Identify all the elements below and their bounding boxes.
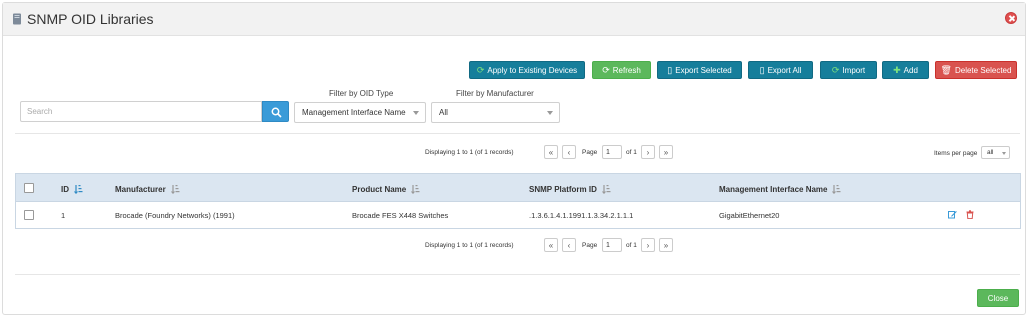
export-all-label: Export All [767, 65, 802, 75]
sort-icon [170, 185, 180, 194]
edit-icon[interactable] [948, 210, 957, 219]
add-button[interactable]: ✚ Add [882, 61, 929, 79]
plus-icon: ✚ [893, 64, 901, 75]
manufacturer-select[interactable]: All [431, 102, 560, 123]
page-label: Page [582, 149, 598, 156]
refresh-icon: ⟳ [602, 64, 610, 75]
column-label: Management Interface Name [719, 184, 828, 194]
divider [15, 133, 1020, 134]
trash-icon: 🗑 [940, 64, 952, 75]
cell-product-name: Brocade FES X448 Switches [352, 211, 449, 220]
page-input[interactable]: 1 [602, 238, 622, 252]
pagination-bottom: Displaying 1 to 1 (of 1 records) « ‹ Pag… [3, 238, 1025, 254]
search-icon [271, 107, 282, 118]
records-display-text: Displaying 1 to 1 (of 1 records) [425, 242, 514, 249]
cell-id: 1 [61, 211, 66, 220]
export-selected-button[interactable]: ▯ Export Selected [657, 61, 742, 79]
apply-to-existing-devices-button[interactable]: ⟳ Apply to Existing Devices [469, 61, 585, 79]
delete-selected-button[interactable]: 🗑 Delete Selected [935, 61, 1017, 79]
column-header-product-name[interactable]: Product Name [352, 184, 420, 194]
page-input[interactable]: 1 [602, 145, 622, 159]
file-icon: ▯ [667, 64, 673, 75]
apply-label: Apply to Existing Devices [487, 65, 578, 75]
import-label: Import [842, 65, 866, 75]
sort-icon [411, 185, 420, 194]
export-all-button[interactable]: ▯ Export All [748, 61, 813, 79]
column-label: SNMP Platform ID [529, 184, 597, 194]
items-per-page-label: Items per page [934, 150, 978, 157]
filter-manufacturer-label: Filter by Manufacturer [456, 89, 534, 98]
column-header-manufacturer[interactable]: Manufacturer [115, 184, 180, 194]
first-page-button[interactable]: « [544, 145, 558, 159]
oid-type-selected: Management Interface Name [302, 108, 406, 117]
last-page-button[interactable]: » [659, 238, 673, 252]
file-icon: ▯ [759, 64, 765, 75]
modal-header: SNMP OID Libraries [3, 3, 1025, 36]
close-icon[interactable] [1005, 12, 1017, 24]
row-checkbox[interactable] [24, 210, 34, 220]
refresh-icon: ⟳ [831, 64, 840, 75]
column-header-management-interface-name[interactable]: Management Interface Name [719, 184, 841, 194]
sort-icon [832, 185, 841, 194]
table-header: ID Manufacturer Product Name SNMP Platfo… [16, 174, 1020, 202]
last-page-button[interactable]: » [659, 145, 673, 159]
items-per-page-value: all [987, 149, 994, 156]
column-header-id[interactable]: ID [61, 184, 83, 194]
cell-snmp-platform-id: .1.3.6.1.4.1.1991.1.3.34.2.1.1.1 [529, 211, 634, 220]
column-label: ID [61, 184, 69, 194]
column-header-snmp-platform-id[interactable]: SNMP Platform ID [529, 184, 611, 194]
chevron-down-icon [1002, 152, 1006, 155]
pagination-top: Displaying 1 to 1 (of 1 records) « ‹ Pag… [3, 145, 1025, 161]
manufacturer-selected: All [439, 108, 448, 117]
refresh-icon: ⟳ [476, 64, 485, 75]
book-icon [13, 13, 21, 25]
refresh-label: Refresh [612, 65, 641, 75]
sort-icon [601, 185, 611, 194]
prev-page-button[interactable]: ‹ [562, 145, 576, 159]
export-selected-label: Export Selected [675, 65, 732, 75]
column-label: Manufacturer [115, 184, 166, 194]
import-button[interactable]: ⟳ Import [820, 61, 877, 79]
prev-page-button[interactable]: ‹ [562, 238, 576, 252]
cell-management-interface-name: GigabitEthernet20 [719, 211, 780, 220]
filter-oid-type-label: Filter by OID Type [329, 89, 394, 98]
page-count-label: of 1 [626, 242, 637, 249]
snmp-oid-libraries-modal: SNMP OID Libraries ⟳ Apply to Existing D… [2, 2, 1026, 315]
oid-type-select[interactable]: Management Interface Name [294, 102, 426, 123]
search-box [20, 101, 289, 122]
next-page-button[interactable]: › [641, 145, 655, 159]
next-page-button[interactable]: › [641, 238, 655, 252]
column-label: Product Name [352, 184, 407, 194]
items-per-page-select[interactable]: all [981, 146, 1010, 159]
cell-manufacturer: Brocade (Foundry Networks) (1991) [115, 211, 235, 220]
records-display-text: Displaying 1 to 1 (of 1 records) [425, 149, 514, 156]
sort-icon [74, 185, 83, 194]
table-row[interactable]: 1 Brocade (Foundry Networks) (1991) Broc… [16, 202, 1020, 228]
refresh-button[interactable]: ⟳ Refresh [592, 61, 651, 79]
page-count-label: of 1 [626, 149, 637, 156]
close-button[interactable]: Close [977, 289, 1019, 307]
search-input[interactable] [20, 101, 262, 122]
oid-library-table: ID Manufacturer Product Name SNMP Platfo… [15, 173, 1021, 229]
trash-icon[interactable] [966, 210, 974, 219]
chevron-down-icon [547, 111, 553, 115]
delete-selected-label: Delete Selected [954, 65, 1012, 75]
first-page-button[interactable]: « [544, 238, 558, 252]
footer-divider [15, 274, 1020, 275]
select-all-checkbox[interactable] [24, 183, 34, 193]
add-label: Add [903, 65, 918, 75]
chevron-down-icon [413, 111, 419, 115]
search-button[interactable] [262, 101, 289, 122]
page-label: Page [582, 242, 598, 249]
modal-title: SNMP OID Libraries [27, 11, 154, 27]
